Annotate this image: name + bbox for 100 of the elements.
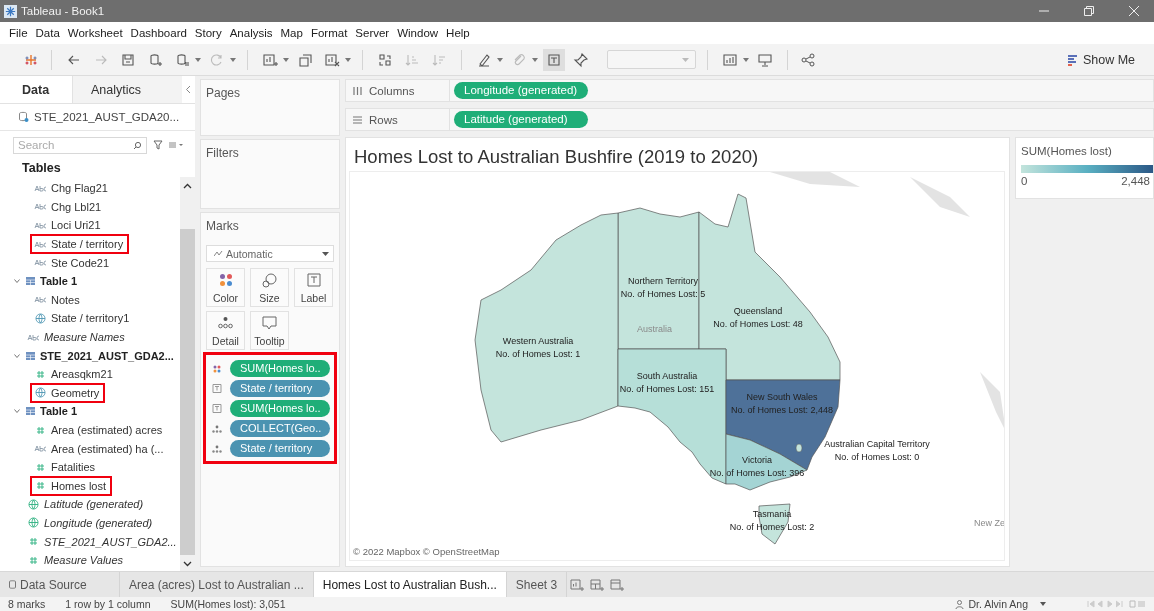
user-name[interactable]: Dr. Alvin Ang <box>968 598 1028 610</box>
field-item[interactable]: STE_2021_AUST_GDA2... <box>23 531 183 552</box>
field-item[interactable]: State / territory <box>30 234 130 255</box>
region-value-label: No. of Homes Lost: 2 <box>729 520 815 533</box>
menu-item[interactable]: Story <box>190 25 226 41</box>
region-name: Tasmania <box>752 508 792 521</box>
new-worksheet-icon[interactable] <box>570 577 585 592</box>
caret-icon[interactable] <box>283 57 289 62</box>
region-name: Australian Capital Territory <box>824 438 930 451</box>
field-item[interactable]: Chg Flag21 <box>30 178 114 199</box>
new-story-icon[interactable] <box>610 577 625 592</box>
basemap-label: Australia <box>637 324 672 334</box>
state-region[interactable] <box>725 433 808 491</box>
table-icon <box>26 351 35 360</box>
text-label-icon[interactable] <box>543 48 565 71</box>
map-attribution: © 2022 Mapbox © OpenStreetMap <box>353 546 500 557</box>
window-title: Tableau - Book1 <box>21 5 105 17</box>
field-item[interactable]: Area (estimated) ha (... <box>30 438 170 459</box>
caret-icon[interactable] <box>497 57 503 62</box>
caret-icon[interactable] <box>1040 602 1046 606</box>
state-region[interactable] <box>617 348 727 485</box>
restore-icon[interactable] <box>1083 5 1095 17</box>
menu-item[interactable]: Dashboard <box>126 25 191 41</box>
caret-icon[interactable] <box>532 57 538 62</box>
pane-tab[interactable]: Analytics <box>72 76 182 103</box>
pages-title: Pages <box>206 86 241 100</box>
caret-icon[interactable] <box>743 57 749 62</box>
menu-item[interactable]: Format <box>306 25 352 41</box>
menu-item[interactable]: Window <box>393 25 443 41</box>
menu-item[interactable]: Map <box>276 25 307 41</box>
caret-icon[interactable] <box>345 57 351 62</box>
field-item[interactable]: Homes lost <box>30 475 113 496</box>
size-circles-icon <box>262 273 277 288</box>
caret-icon[interactable] <box>195 57 201 62</box>
color-dots-icon <box>218 273 233 287</box>
status-dimensions: 1 row by 1 column <box>65 598 151 610</box>
field-item[interactable]: Measure Names <box>23 327 131 348</box>
menu-item[interactable]: Data <box>31 25 64 41</box>
show-me-button[interactable]: Show Me <box>1066 52 1135 67</box>
region-value-label: No. of Homes Lost: 1 <box>495 347 581 360</box>
region-name: Queensland <box>733 305 783 318</box>
scroll-up-icon[interactable] <box>183 183 192 189</box>
search-field[interactable]: Search <box>13 136 147 154</box>
marks-button[interactable]: Tooltip <box>250 311 289 350</box>
field-item[interactable]: Loci Uri21 <box>30 215 107 236</box>
filters-title: Filters <box>206 146 239 160</box>
field-item[interactable]: Notes <box>30 289 86 310</box>
basemap-label: New Ze <box>974 518 1004 528</box>
field-item[interactable]: Longitude (generated) <box>23 513 159 533</box>
menu-item[interactable]: Worksheet <box>63 25 127 41</box>
filter-icon[interactable] <box>153 140 163 150</box>
menu-item[interactable]: Help <box>442 25 474 41</box>
field-item[interactable]: Areasqkm21 <box>30 364 119 385</box>
marks-button[interactable]: Detail <box>206 311 245 350</box>
field-item[interactable]: Area (estimated) acres <box>30 420 169 440</box>
field-item[interactable]: Latitude (generated) <box>23 494 150 515</box>
datasource-icon <box>9 580 16 589</box>
app-logo-icon <box>4 4 17 18</box>
collapse-chevron-icon[interactable] <box>185 85 191 94</box>
field-item[interactable]: Measure Values <box>23 550 130 571</box>
region-name: Victoria <box>742 454 772 467</box>
field-item[interactable]: State / territory1 <box>30 308 136 329</box>
expand-caret-icon[interactable] <box>13 277 21 286</box>
region-value-label: No. of Homes Lost: 5 <box>620 287 706 300</box>
tables-heading: Tables <box>21 160 62 177</box>
legend-max: 2,448 <box>1121 175 1150 187</box>
share-icon[interactable] <box>799 50 817 69</box>
region-name: Western Australia <box>502 335 574 348</box>
menu-item[interactable]: Analysis <box>225 25 277 41</box>
sheet-tab[interactable]: Homes Lost to Australian Bush... <box>313 572 507 597</box>
marks-button[interactable]: Size <box>250 268 289 307</box>
legend-title: SUM(Homes lost) <box>1021 145 1113 157</box>
datasource-name[interactable]: STE_2021_AUST_GDA20... <box>34 111 180 123</box>
field-item[interactable]: Geometry <box>30 382 106 403</box>
close-icon[interactable] <box>1128 5 1140 17</box>
caret-icon[interactable] <box>322 251 329 256</box>
marks-button[interactable]: Label <box>294 268 333 307</box>
scroll-down-icon[interactable] <box>183 561 192 567</box>
marks-button[interactable]: Color <box>206 268 245 307</box>
label-box-icon <box>212 404 222 413</box>
speech-bubble-icon <box>262 316 277 330</box>
field-item[interactable]: Chg Lbl21 <box>30 196 108 217</box>
expand-caret-icon[interactable] <box>13 351 21 360</box>
table-name[interactable]: Table 1 <box>40 275 78 288</box>
worksheet-title: Homes Lost to Australian Bushfire (2019 to 2020) <box>353 146 760 169</box>
list-view-icon[interactable] <box>169 141 184 149</box>
menu-item[interactable]: Server <box>351 25 394 41</box>
label-box-icon <box>212 384 222 393</box>
new-dashboard-icon[interactable] <box>590 577 605 592</box>
caret-icon[interactable] <box>230 57 236 62</box>
field-item[interactable]: Ste Code21 <box>30 252 116 273</box>
detail-dots-icon <box>212 444 222 453</box>
mark-type-dropdown[interactable]: Automatic <box>206 245 334 262</box>
scrollbar[interactable] <box>180 177 195 571</box>
table-name[interactable]: Table 1 <box>40 405 78 418</box>
field-item[interactable]: Fatalities <box>30 457 102 478</box>
table-icon <box>26 277 35 286</box>
menu-item[interactable]: File <box>5 25 32 41</box>
expand-caret-icon[interactable] <box>13 407 21 416</box>
table-name[interactable]: STE_2021_AUST_GDA2... <box>40 349 174 362</box>
